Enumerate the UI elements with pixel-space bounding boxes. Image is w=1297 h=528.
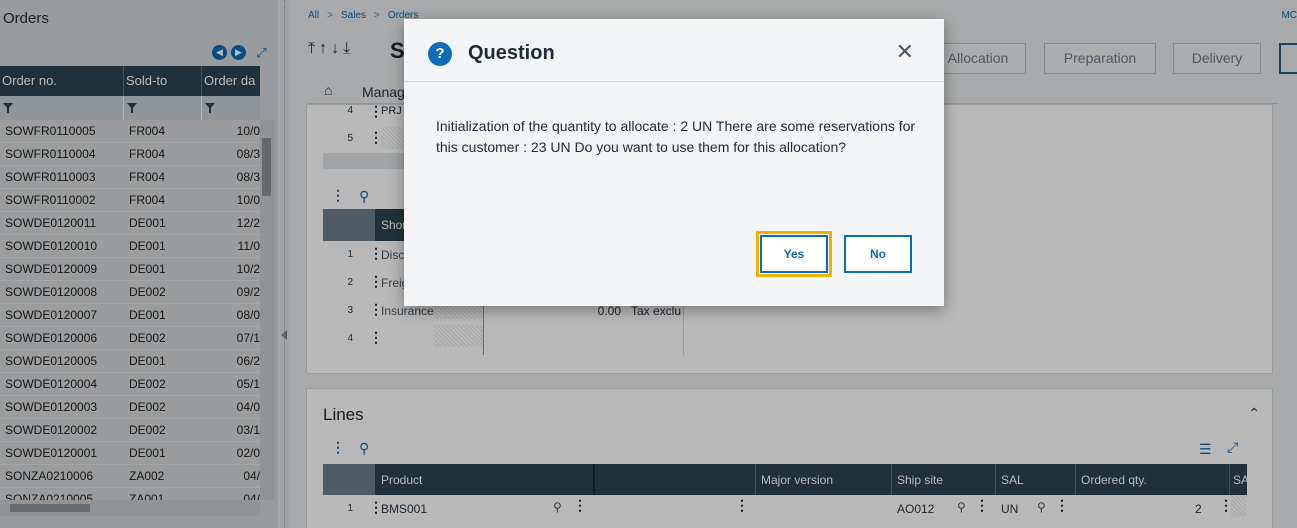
yes-button[interactable]: Yes xyxy=(756,231,832,277)
dialog-title: Question xyxy=(468,42,555,64)
close-icon[interactable]: ✕ xyxy=(896,41,914,63)
question-icon: ? xyxy=(428,42,452,66)
question-dialog: ? Question ✕ Initialization of the quant… xyxy=(404,19,944,306)
no-button[interactable]: No xyxy=(844,235,912,273)
dialog-header: ? Question ✕ xyxy=(404,19,944,82)
dialog-message: Initialization of the quantity to alloca… xyxy=(436,118,916,155)
